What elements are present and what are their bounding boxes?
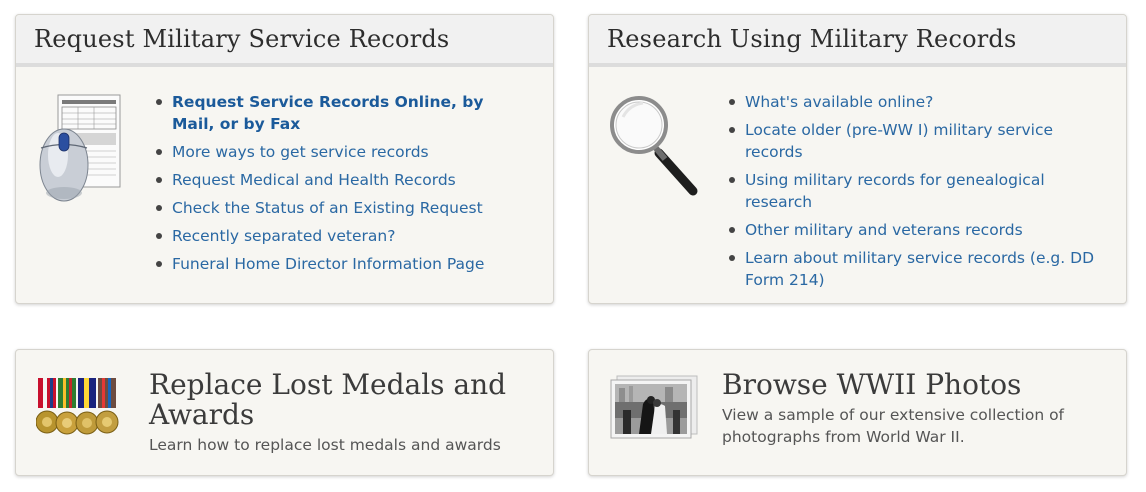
mouse-and-form-icon <box>39 94 121 202</box>
medals-title[interactable]: Replace Lost Medals and Awards <box>149 370 529 430</box>
list-item: Check the Status of an Existing Request <box>156 197 526 219</box>
wwii-photo-icon <box>610 375 698 439</box>
medals-card[interactable]: Replace Lost Medals and Awards Learn how… <box>15 349 554 476</box>
list-item: Funeral Home Director Information Page <box>156 253 526 275</box>
more-ways-link[interactable]: More ways to get service records <box>172 143 429 161</box>
request-records-online-link[interactable]: Request Service Records Online, by Mail,… <box>172 93 483 133</box>
list-item: Other military and veterans records <box>729 219 1109 241</box>
research-records-card: Research Using Military Records What's a… <box>588 14 1127 304</box>
list-item: Request Medical and Health Records <box>156 169 526 191</box>
medals-description: Learn how to replace lost medals and awa… <box>149 436 501 454</box>
request-records-header: Request Military Service Records <box>16 15 553 67</box>
available-online-link[interactable]: What's available online? <box>745 93 933 111</box>
dd214-link[interactable]: Learn about military service records (e.… <box>745 249 1094 289</box>
list-item: Recently separated veteran? <box>156 225 526 247</box>
check-status-link[interactable]: Check the Status of an Existing Request <box>172 199 483 217</box>
list-item: Request Service Records Online, by Mail,… <box>156 91 526 135</box>
request-records-card: Request Military Service Records Request… <box>15 14 554 304</box>
research-records-header: Research Using Military Records <box>589 15 1126 67</box>
recently-separated-link[interactable]: Recently separated veteran? <box>172 227 395 245</box>
list-item: Learn about military service records (e.… <box>729 247 1109 291</box>
wwii-photos-card[interactable]: Browse WWII Photos View a sample of our … <box>588 349 1127 476</box>
older-records-link[interactable]: Locate older (pre-WW I) military service… <box>745 121 1053 161</box>
genealogical-research-link[interactable]: Using military records for genealogical … <box>745 171 1045 211</box>
medical-records-link[interactable]: Request Medical and Health Records <box>172 171 456 189</box>
list-item: What's available online? <box>729 91 1109 113</box>
request-records-links: Request Service Records Online, by Mail,… <box>156 91 526 281</box>
magnifying-glass-icon <box>610 96 698 196</box>
research-records-links: What's available online? Locate older (p… <box>729 91 1109 297</box>
list-item: More ways to get service records <box>156 141 526 163</box>
wwii-photos-title[interactable]: Browse WWII Photos <box>722 370 1102 400</box>
list-item: Locate older (pre-WW I) military service… <box>729 119 1109 163</box>
other-records-link[interactable]: Other military and veterans records <box>745 221 1023 239</box>
research-records-title: Research Using Military Records <box>607 25 1017 53</box>
list-item: Using military records for genealogical … <box>729 169 1109 213</box>
medals-icon <box>36 378 119 435</box>
request-records-title: Request Military Service Records <box>34 25 450 53</box>
funeral-director-link[interactable]: Funeral Home Director Information Page <box>172 255 484 273</box>
wwii-photos-description: View a sample of our extensive collectio… <box>722 406 1065 446</box>
